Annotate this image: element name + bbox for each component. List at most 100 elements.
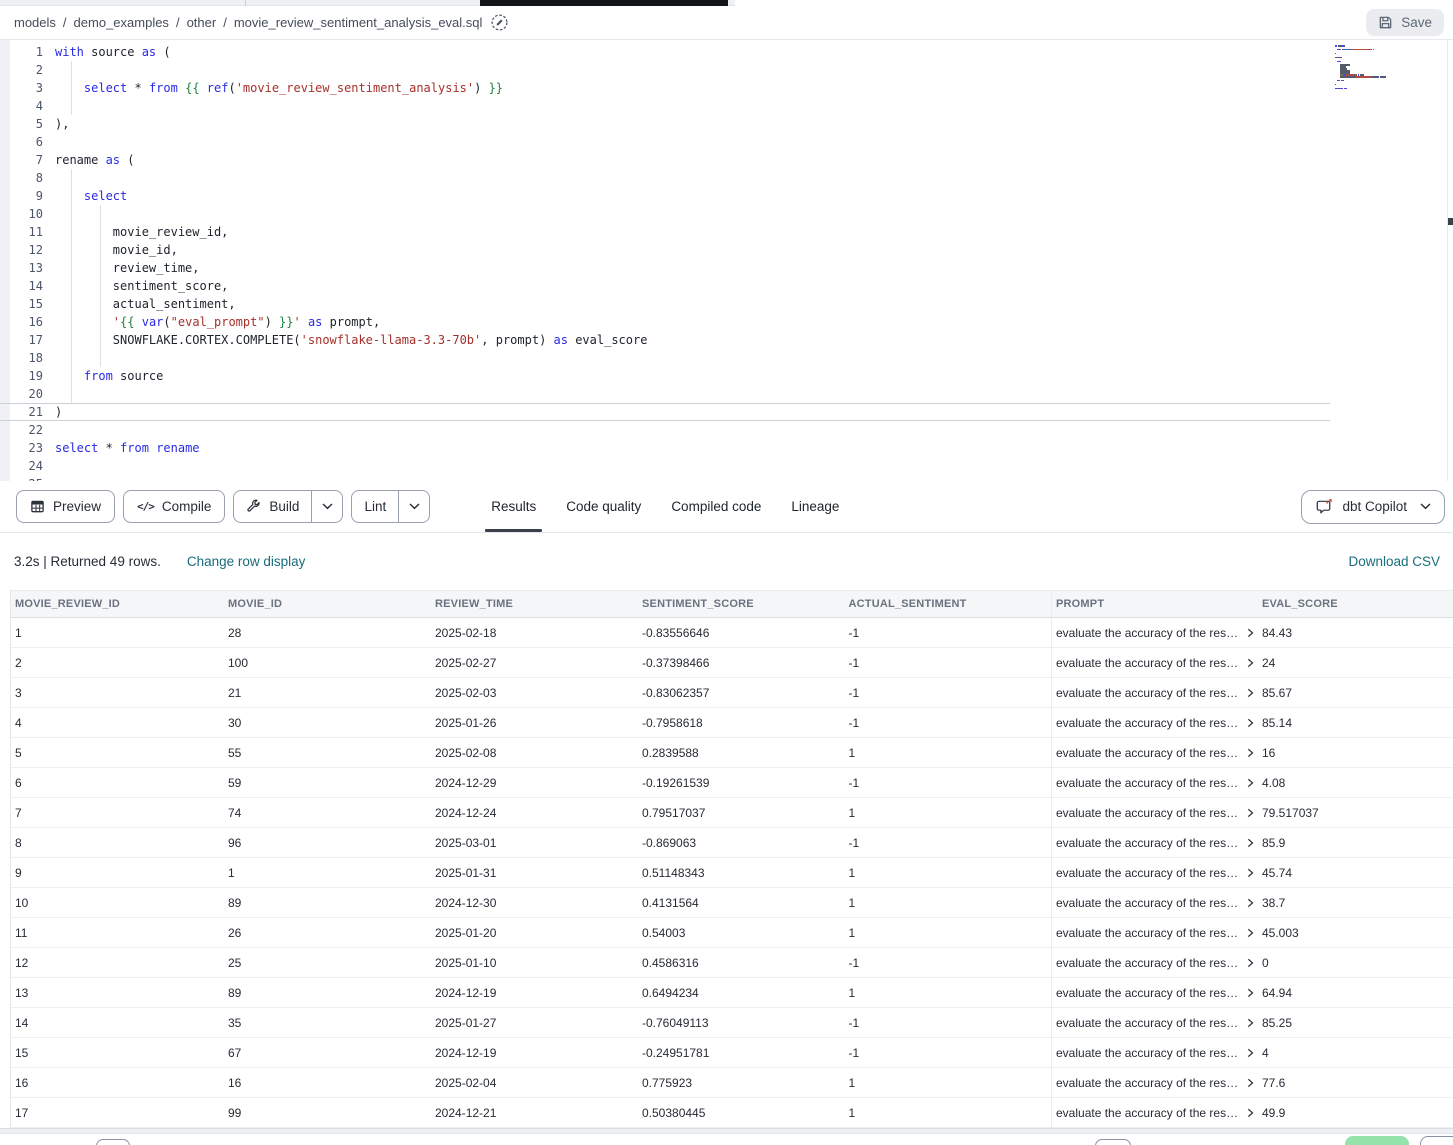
dbt-ide-page: models/demo_examples/other/movie_review_… [0, 0, 1453, 1145]
code-text: sentiment_score, [55, 277, 228, 295]
expand-cell-icon[interactable] [1246, 658, 1255, 668]
code-brackets-icon: </> [137, 500, 154, 513]
dbt-copilot-button[interactable]: dbt Copilot [1301, 490, 1445, 524]
tab-results[interactable]: Results [476, 481, 551, 532]
sql-code-editor[interactable]: 1with source as (23 select * from {{ ref… [0, 40, 1453, 481]
expand-cell-icon[interactable] [1246, 1048, 1255, 1058]
save-button[interactable]: Save [1366, 9, 1444, 36]
code-line-10[interactable]: 10 [0, 205, 1330, 223]
results-table: MOVIE_REVIEW_IDMOVIE_IDREVIEW_TIMESENTIM… [10, 590, 1453, 1128]
code-line-17[interactable]: 17 SNOWFLAKE.CORTEX.COMPLETE('snowflake-… [0, 331, 1330, 349]
expand-cell-icon[interactable] [1246, 1018, 1255, 1028]
prompt-truncated-text: evaluate the accuracy of the res… [1056, 776, 1238, 790]
line-number: 14 [0, 277, 55, 295]
expand-cell-icon[interactable] [1246, 628, 1255, 638]
code-line-4[interactable]: 4 [0, 97, 1330, 115]
table-cell: 15 [11, 1046, 224, 1060]
code-line-14[interactable]: 14 sentiment_score, [0, 277, 1330, 295]
build-dropdown-toggle[interactable] [312, 491, 342, 522]
table-cell: 1 [845, 1076, 1052, 1090]
line-number: 8 [0, 169, 55, 187]
code-line-22[interactable]: 22 [0, 421, 1330, 439]
code-line-15[interactable]: 15 actual_sentiment, [0, 295, 1330, 313]
expand-cell-icon[interactable] [1246, 958, 1255, 968]
column-header-movie_id: MOVIE_ID [224, 598, 431, 610]
code-line-21[interactable]: 21) [0, 403, 1330, 421]
tab-code-quality[interactable]: Code quality [551, 481, 656, 532]
breadcrumb: models/demo_examples/other/movie_review_… [14, 15, 482, 30]
table-cell: -1 [845, 836, 1052, 850]
build-button[interactable]: Build [234, 491, 312, 522]
table-cell-prompt: evaluate the accuracy of the res… [1051, 948, 1258, 977]
bottom-partial-button[interactable] [1420, 1136, 1453, 1145]
code-text: actual_sentiment, [55, 295, 236, 313]
code-line-1[interactable]: 1with source as ( [0, 43, 1330, 61]
expand-cell-icon[interactable] [1246, 1108, 1255, 1118]
breadcrumb-item[interactable]: other [187, 15, 217, 30]
bottom-partial-green-button[interactable] [1345, 1136, 1409, 1145]
code-line-11[interactable]: 11 movie_review_id, [0, 223, 1330, 241]
prompt-truncated-text: evaluate the accuracy of the res… [1056, 956, 1238, 970]
table-cell: 2025-01-26 [431, 716, 638, 730]
edit-pencil-circle-icon[interactable] [491, 14, 508, 31]
code-line-7[interactable]: 7rename as ( [0, 151, 1330, 169]
code-line-2[interactable]: 2 [0, 61, 1330, 79]
code-line-3[interactable]: 3 select * from {{ ref('movie_review_sen… [0, 79, 1330, 97]
code-line-6[interactable]: 6 [0, 133, 1330, 151]
table-cell: -0.19261539 [638, 776, 845, 790]
table-cell: 5 [11, 746, 224, 760]
download-csv-link[interactable]: Download CSV [1348, 554, 1440, 569]
table-cell-eval-score: 45.003 [1258, 926, 1453, 940]
table-cell: 89 [224, 896, 431, 910]
table-row: 14352025-01-27-0.76049113-1evaluate the … [11, 1008, 1453, 1038]
editor-scrollbar-thumb[interactable] [1448, 218, 1453, 225]
lint-button[interactable]: Lint [352, 491, 399, 522]
bottom-partial-button[interactable] [96, 1139, 130, 1145]
tab-compiled-code[interactable]: Compiled code [656, 481, 776, 532]
table-cell-prompt: evaluate the accuracy of the res… [1051, 828, 1258, 857]
code-line-16[interactable]: 16 '{{ var("eval_prompt") }}' as prompt, [0, 313, 1330, 331]
breadcrumb-item[interactable]: models [14, 15, 56, 30]
table-cell: 2024-12-29 [431, 776, 638, 790]
code-line-18[interactable]: 18 [0, 349, 1330, 367]
expand-cell-icon[interactable] [1246, 748, 1255, 758]
editor-minimap[interactable] [1335, 45, 1443, 93]
expand-cell-icon[interactable] [1246, 838, 1255, 848]
table-row: 7742024-12-240.795170371evaluate the acc… [11, 798, 1453, 828]
expand-cell-icon[interactable] [1246, 928, 1255, 938]
code-line-12[interactable]: 12 movie_id, [0, 241, 1330, 259]
code-line-5[interactable]: 5), [0, 115, 1330, 133]
table-cell-prompt: evaluate the accuracy of the res… [1051, 888, 1258, 917]
expand-cell-icon[interactable] [1246, 778, 1255, 788]
table-cell: 0.4586316 [638, 956, 845, 970]
compile-button[interactable]: </> Compile [123, 490, 225, 523]
expand-cell-icon[interactable] [1246, 988, 1255, 998]
line-number: 7 [0, 151, 55, 169]
code-line-13[interactable]: 13 review_time, [0, 259, 1330, 277]
code-line-8[interactable]: 8 [0, 169, 1330, 187]
breadcrumb-item[interactable]: demo_examples [74, 15, 169, 30]
table-cell: -1 [845, 1016, 1052, 1030]
change-row-display-link[interactable]: Change row display [187, 554, 306, 569]
chevron-down-icon [409, 503, 420, 510]
lint-dropdown-toggle[interactable] [399, 491, 429, 522]
preview-button[interactable]: Preview [16, 490, 115, 523]
code-line-23[interactable]: 23select * from rename [0, 439, 1330, 457]
breadcrumb-item[interactable]: movie_review_sentiment_analysis_eval.sql [234, 15, 483, 30]
expand-cell-icon[interactable] [1246, 688, 1255, 698]
code-line-24[interactable]: 24 [0, 457, 1330, 475]
code-line-20[interactable]: 20 [0, 385, 1330, 403]
expand-cell-icon[interactable] [1246, 718, 1255, 728]
line-number: 10 [0, 205, 55, 223]
compile-button-label: Compile [162, 499, 212, 514]
expand-cell-icon[interactable] [1246, 898, 1255, 908]
expand-cell-icon[interactable] [1246, 868, 1255, 878]
code-line-9[interactable]: 9 select [0, 187, 1330, 205]
expand-cell-icon[interactable] [1246, 808, 1255, 818]
save-button-label: Save [1401, 15, 1432, 30]
expand-cell-icon[interactable] [1246, 1078, 1255, 1088]
code-line-19[interactable]: 19 from source [0, 367, 1330, 385]
table-cell: 2025-01-20 [431, 926, 638, 940]
bottom-partial-button[interactable] [1095, 1139, 1131, 1145]
tab-lineage[interactable]: Lineage [776, 481, 854, 532]
